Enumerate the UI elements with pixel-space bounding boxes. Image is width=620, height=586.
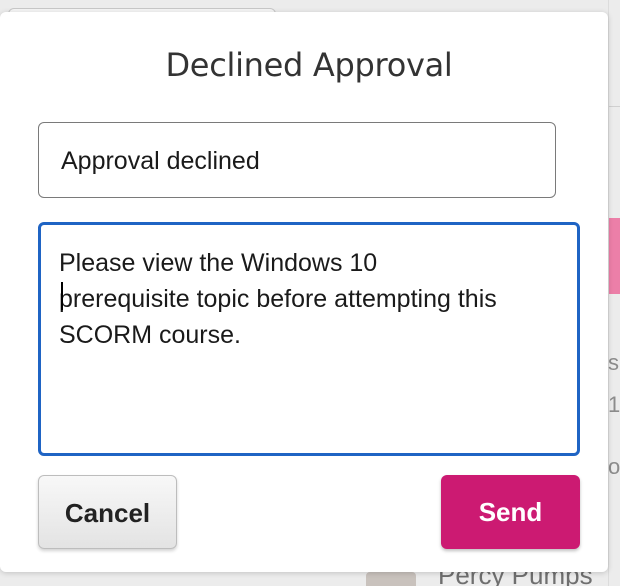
background-text-fragment: 1 <box>608 392 620 417</box>
text-cursor <box>61 282 63 310</box>
background-text-fragment: s <box>608 350 619 375</box>
dialog-title: Declined Approval <box>165 46 453 84</box>
background-text-fragment: or <box>608 454 620 479</box>
background-highlight <box>609 218 620 294</box>
background-rule <box>609 106 620 107</box>
declined-approval-dialog: Declined Approval Approval declined Plea… <box>0 12 608 572</box>
subject-input[interactable]: Approval declined <box>38 122 556 198</box>
message-text: Please view the Windows 10 prerequisite … <box>59 249 497 349</box>
message-textarea[interactable]: Please view the Windows 10 prerequisite … <box>38 222 580 456</box>
cancel-button[interactable]: Cancel <box>38 475 177 549</box>
avatar <box>366 572 416 586</box>
send-button[interactable]: Send <box>441 475 580 549</box>
